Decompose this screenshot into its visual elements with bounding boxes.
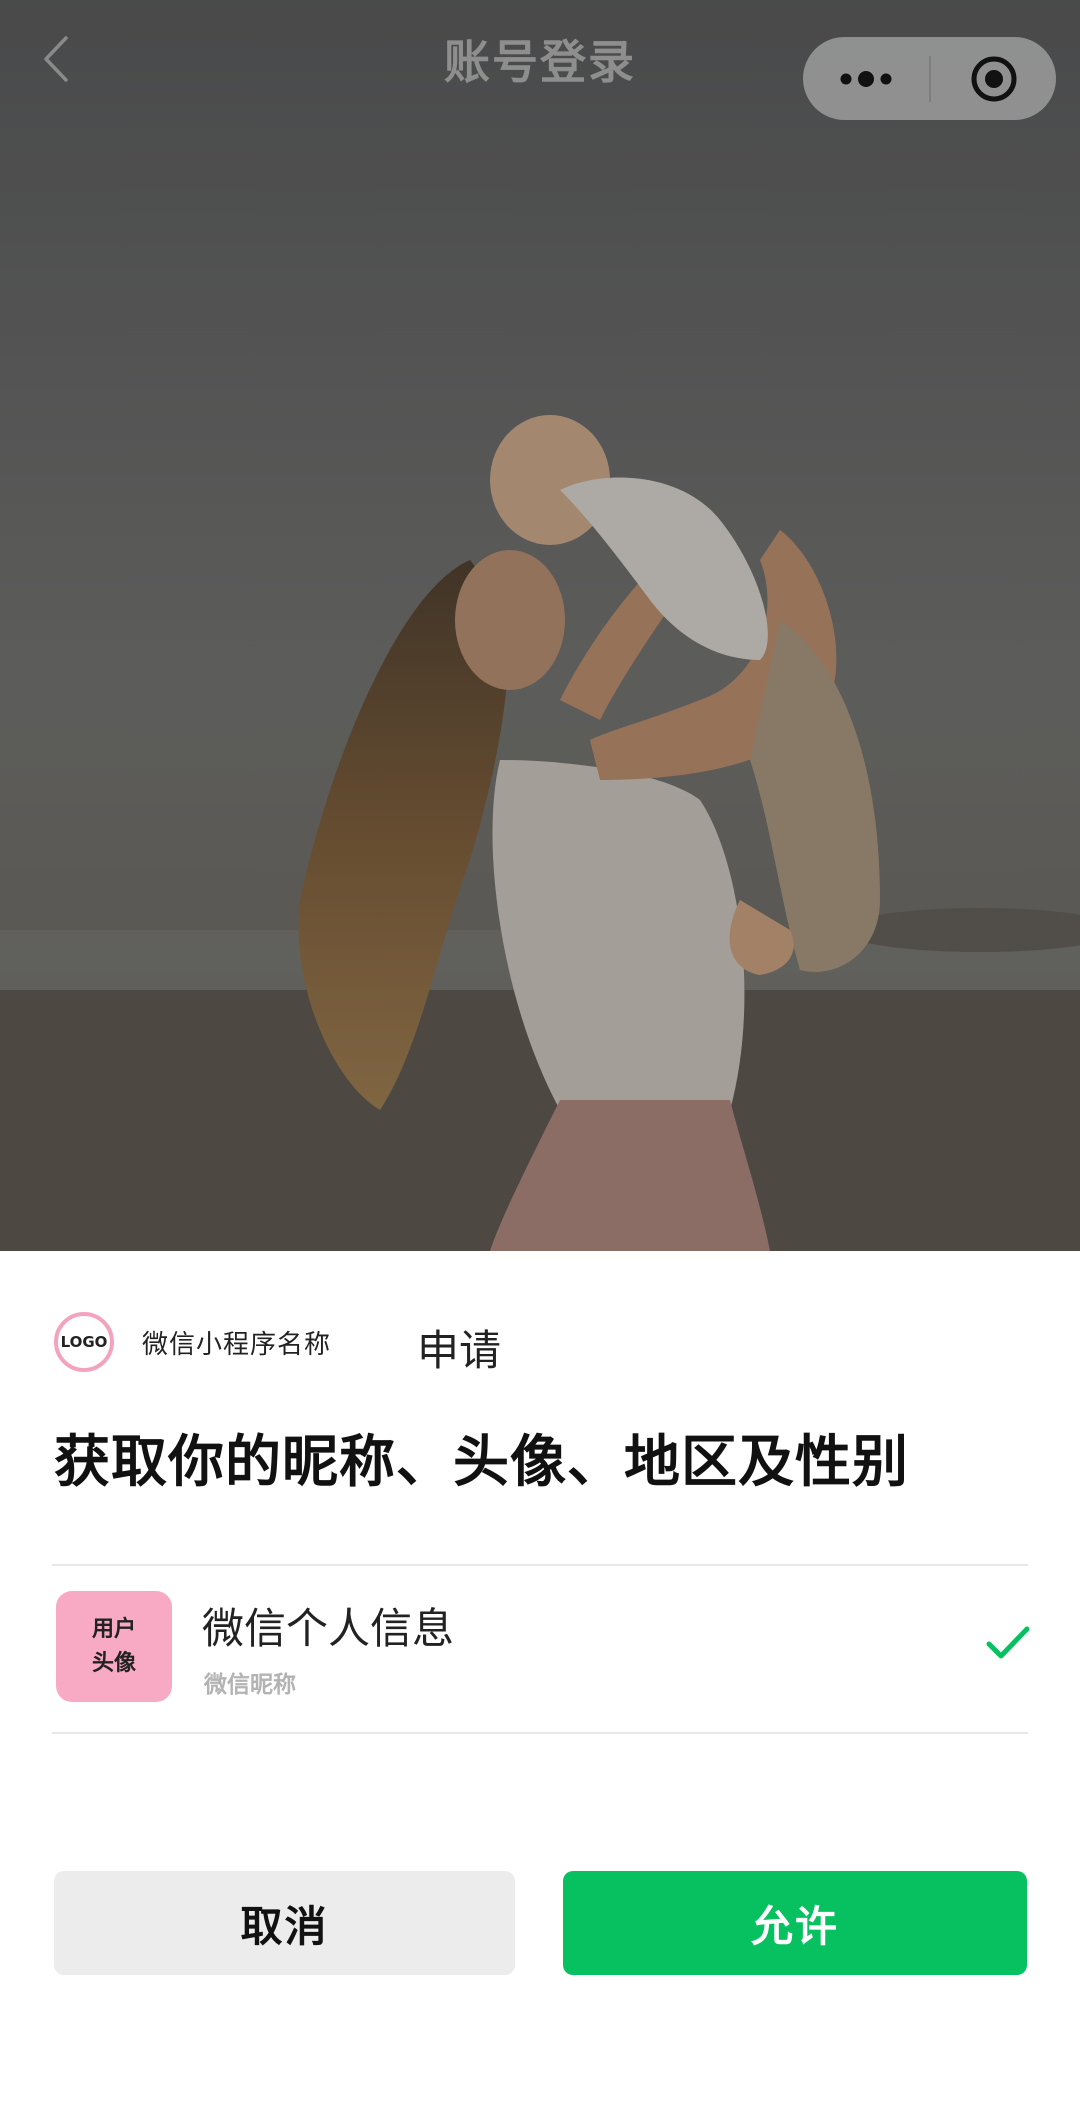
more-button[interactable] [803, 37, 929, 120]
profile-info-title: 微信个人信息 [202, 1604, 455, 1653]
profile-nickname: 微信昵称 [204, 1672, 296, 1698]
close-miniprogram-button[interactable] [931, 37, 1056, 120]
chevron-left-icon [44, 36, 68, 82]
page-title: 账号登录 [444, 35, 636, 89]
divider-bottom [52, 1732, 1028, 1734]
background-photo [0, 0, 1080, 1251]
checkmark-icon [986, 1626, 1030, 1659]
permission-headline: 获取你的昵称、头像、地区及性别 [54, 1430, 909, 1495]
more-dots-icon [840, 70, 892, 87]
user-avatar-placeholder: 用户 头像 [56, 1591, 172, 1702]
mother-baby-beach-image [0, 0, 1080, 1251]
app-logo: LOGO [54, 1312, 114, 1372]
profile-info-option[interactable]: 用户 头像 微信个人信息 微信昵称 [52, 1565, 1030, 1719]
allow-button[interactable]: 允许 [563, 1871, 1027, 1975]
back-button[interactable] [22, 24, 92, 94]
target-circle-icon [971, 56, 1016, 101]
authorization-sheet: LOGO 微信小程序名称 申请 获取你的昵称、头像、地区及性别 用户 头像 微信… [0, 1251, 1080, 2116]
app-name: 微信小程序名称 [142, 1329, 332, 1360]
app-info-row: LOGO 微信小程序名称 [54, 1310, 331, 1374]
avatar-text-line1: 用户 [91, 1616, 136, 1642]
menu-capsule [803, 37, 1056, 120]
avatar-text-line2: 头像 [91, 1650, 136, 1676]
apply-label: 申请 [417, 1326, 502, 1375]
nav-bar: 账号登录 [0, 0, 1080, 120]
cancel-button[interactable]: 取消 [54, 1871, 515, 1975]
